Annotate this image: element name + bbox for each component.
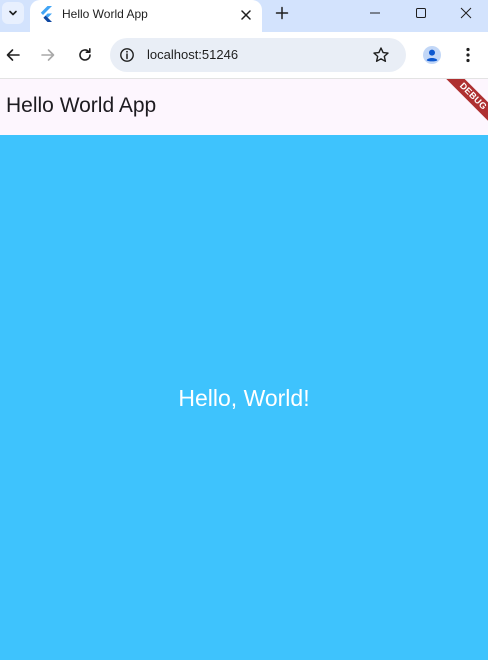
info-icon[interactable] [119,47,135,63]
reload-button[interactable] [72,42,98,68]
tab-search-button[interactable] [2,2,24,24]
tab-close-button[interactable] [236,5,256,25]
minimize-icon [370,12,380,14]
hello-world-text: Hello, World! [178,385,310,411]
reload-icon [79,48,91,61]
kebab-menu-icon [466,47,470,63]
maximize-button[interactable] [399,0,443,26]
maximize-icon [416,8,426,18]
browser-toolbar: localhost:51246 [0,32,488,78]
close-window-button[interactable] [444,0,488,26]
close-icon [460,7,472,19]
plus-icon [275,6,289,20]
arrow-left-icon [6,49,20,61]
app-body: Hello, World! [0,135,488,660]
profile-button[interactable] [419,42,445,68]
forward-button[interactable] [35,42,61,68]
debug-banner: DEBUG [440,79,488,130]
app-bar-title: Hello World App [6,94,157,117]
close-icon [241,10,251,20]
chevron-down-icon [9,10,17,16]
browser-menu-button[interactable] [455,42,481,68]
address-bar[interactable]: localhost:51246 [110,38,406,72]
minimize-button[interactable] [353,0,397,26]
browser-tab-strip: Hello World App [0,0,488,32]
arrow-right-icon [41,49,55,61]
tab-title: Hello World App [62,7,148,21]
flutter-logo-icon [40,6,52,22]
profile-avatar-icon [423,46,441,64]
app-bar: Hello World App [0,79,488,135]
url-text[interactable]: localhost:51246 [147,47,238,62]
star-icon[interactable] [372,46,390,64]
browser-tab[interactable]: Hello World App [30,0,262,32]
debug-banner-container: DEBUG [428,79,488,139]
new-tab-button[interactable] [271,2,293,24]
back-button[interactable] [0,42,26,68]
